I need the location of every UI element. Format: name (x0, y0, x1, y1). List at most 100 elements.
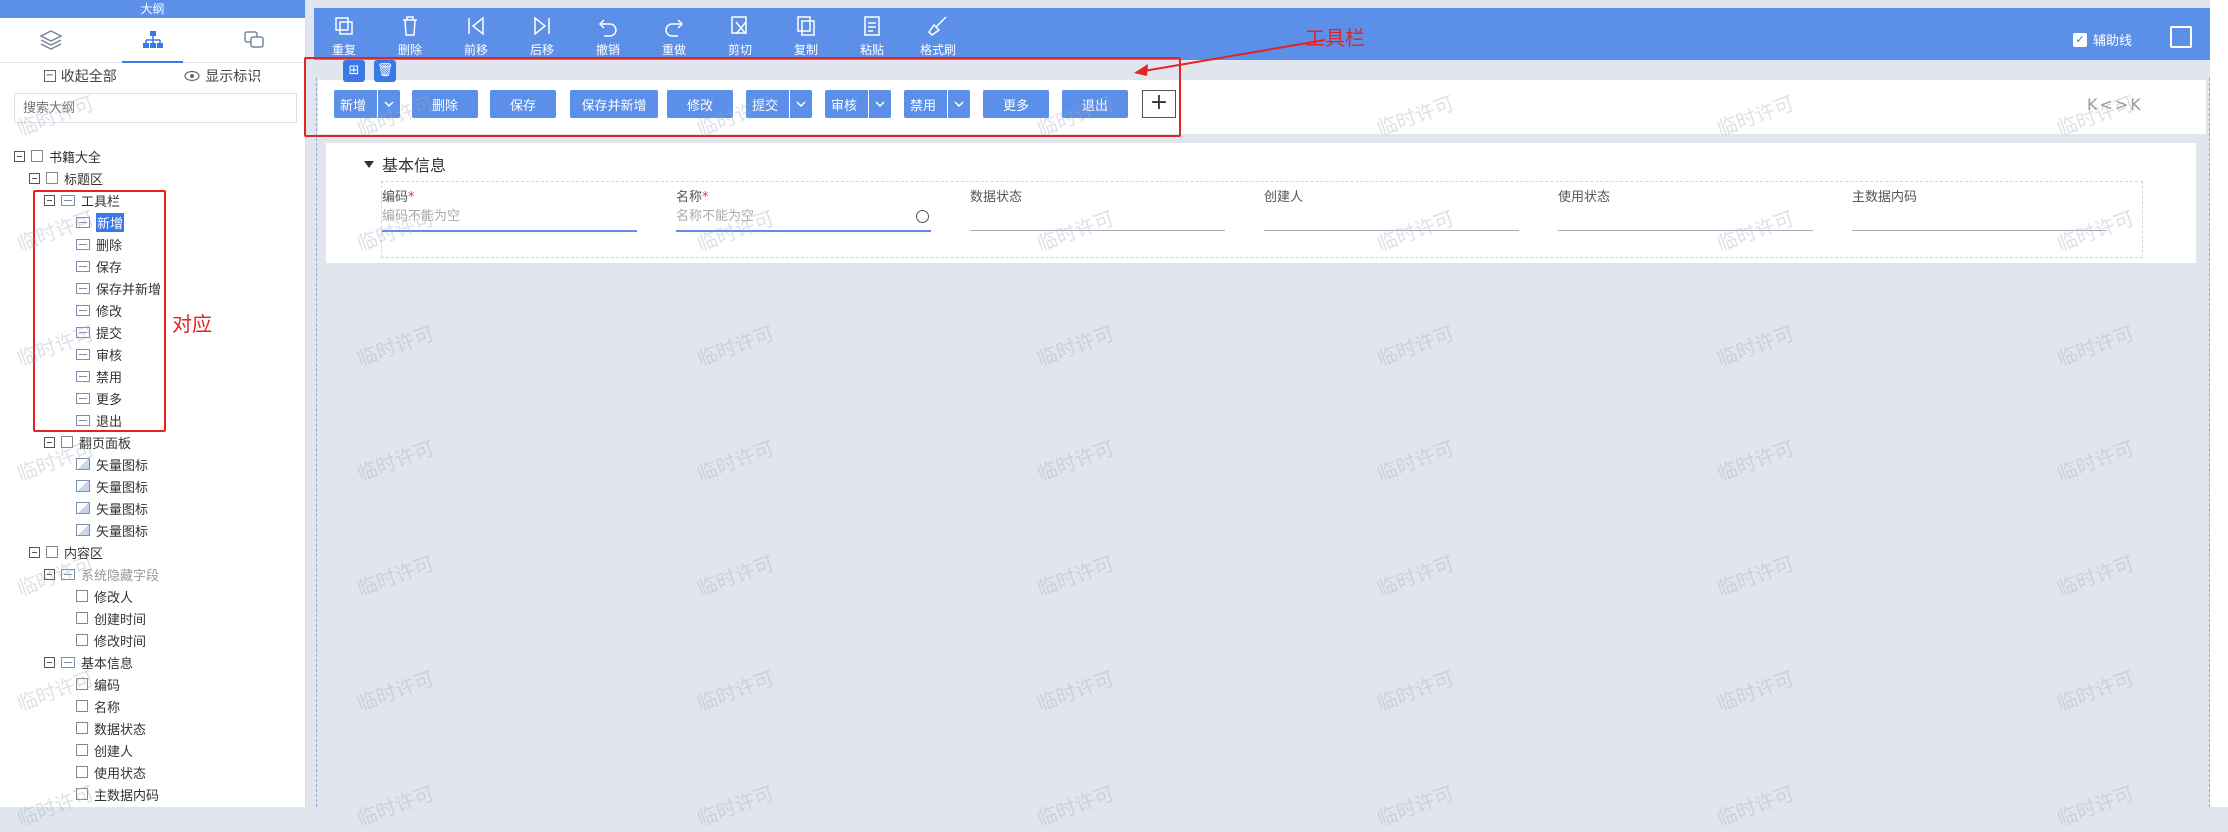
tree-node[interactable]: 名称 (0, 695, 305, 717)
tree-node[interactable]: 数据状态 (0, 717, 305, 739)
tool-label: 重做 (661, 43, 686, 57)
collapse-toggle-icon[interactable] (14, 150, 25, 162)
tree-node[interactable]: 修改人 (0, 585, 305, 607)
checkbox-icon[interactable] (76, 678, 88, 690)
tree-node[interactable]: 编码 (0, 673, 305, 695)
fields-container: 编码* 编码不能为空 名称* 名称不能为空 数据状态 创建人 使用状态 主数据内码 (381, 181, 2143, 258)
tool-button[interactable]: 剪切 (715, 14, 765, 58)
assist-line-label: 辅助线 (2092, 34, 2132, 49)
pager-controls[interactable]: K<>K (2087, 95, 2143, 114)
tree-node[interactable]: 书籍大全 (0, 145, 305, 167)
form-field: 数据状态 (970, 182, 1225, 231)
checkbox-icon[interactable] (76, 766, 88, 778)
tool-button[interactable]: 前移 (451, 14, 501, 58)
tree-node-label: 矢量图标 (96, 502, 149, 518)
tree-node[interactable]: 矢量图标 (0, 475, 305, 497)
checkbox-icon[interactable] (76, 744, 88, 756)
field-input[interactable] (1558, 204, 1813, 231)
checkbox-icon[interactable] (46, 546, 58, 558)
tool-label: 删除 (397, 43, 422, 57)
tool-button[interactable]: 粘贴 (847, 14, 897, 58)
section-header[interactable]: 基本信息 (364, 152, 446, 176)
tree-node[interactable]: 创建时间 (0, 607, 305, 629)
tool-label: 重复 (331, 43, 356, 57)
field-input[interactable] (970, 204, 1225, 231)
tree-node-label: 书籍大全 (49, 150, 102, 166)
tool-button[interactable]: 后移 (517, 14, 567, 58)
field-input[interactable]: 名称不能为空 (676, 204, 931, 232)
vector-image-icon (76, 502, 90, 514)
checkbox-icon[interactable] (76, 634, 88, 646)
fullscreen-icon[interactable] (2170, 26, 2192, 48)
show-marks-label: 显示标识 (205, 69, 262, 85)
checkbox-checked-icon: ✓ (2072, 32, 2087, 47)
tree-node[interactable]: 矢量图标 (0, 519, 305, 541)
tree-node[interactable]: 标题区 (0, 167, 305, 189)
collapse-toggle-icon[interactable] (44, 656, 55, 668)
tree-node[interactable]: 使用状态 (0, 761, 305, 783)
basic-info-section: 基本信息 编码* 编码不能为空 名称* 名称不能为空 数据状态 创建人 使用状态 主数据内码 (326, 143, 2196, 263)
field-label: 创建人 (1264, 186, 1519, 205)
tool-button[interactable]: 重做 (649, 14, 699, 58)
collapse-all-label: 收起全部 (60, 69, 117, 85)
tree-node-label: 使用状态 (94, 766, 147, 782)
field-input[interactable] (1852, 204, 2107, 231)
checkbox-icon[interactable] (76, 700, 88, 712)
outline-search-input[interactable] (14, 93, 297, 123)
field-label-text: 创建人 (1264, 190, 1304, 205)
assist-line-toggle[interactable]: ✓ 辅助线 (2072, 30, 2132, 49)
tree-node[interactable]: 修改时间 (0, 629, 305, 651)
checkbox-icon[interactable] (76, 590, 88, 602)
tab-layers[interactable] (0, 18, 102, 62)
collapse-toggle-icon[interactable] (29, 546, 40, 558)
required-mark: * (408, 190, 415, 205)
tab-outline-tree[interactable] (102, 18, 204, 63)
required-mark: * (702, 190, 709, 205)
vector-image-icon (76, 524, 90, 536)
form-field: 创建人 (1264, 182, 1519, 231)
tree-node-label: 数据状态 (94, 722, 147, 738)
vector-image-icon (76, 458, 90, 470)
checkbox-icon[interactable] (76, 612, 88, 624)
tree-node-label: 编码 (94, 678, 121, 694)
tool-button[interactable]: 复制 (781, 14, 831, 58)
sidebar-actions: − 收起全部 显示标识 (0, 63, 305, 89)
collapse-toggle-icon[interactable] (44, 436, 55, 448)
tool-button[interactable]: 格式刷 (913, 14, 963, 58)
trash-icon (403, 16, 417, 36)
collapse-toggle-icon[interactable] (44, 568, 55, 580)
tool-button[interactable]: 撤销 (583, 14, 633, 58)
tree-node[interactable]: 矢量图标 (0, 453, 305, 475)
checkbox-icon[interactable] (31, 150, 43, 162)
field-input[interactable] (1264, 204, 1519, 231)
checkbox-icon[interactable] (76, 788, 88, 800)
tree-node-label: 矢量图标 (96, 524, 149, 540)
tree-node[interactable]: 创建人 (0, 739, 305, 761)
tab-components[interactable] (203, 18, 305, 62)
tree-node-label: 翻页面板 (79, 436, 132, 452)
tree-node-label: 基本信息 (81, 656, 134, 672)
collapse-toggle-icon[interactable] (29, 172, 40, 184)
show-marks-button[interactable]: 显示标识 (184, 66, 261, 86)
tool-button[interactable]: 重复 (319, 14, 369, 58)
tree-node[interactable]: 基本信息 (0, 651, 305, 673)
eye-icon (184, 70, 200, 82)
tool-label: 格式刷 (919, 43, 956, 57)
field-label-text: 主数据内码 (1852, 190, 1918, 205)
tree-node[interactable]: 矢量图标 (0, 497, 305, 519)
tree-node[interactable]: 内容区 (0, 541, 305, 563)
globe-icon[interactable] (916, 210, 929, 223)
redo-icon (665, 19, 684, 37)
field-input[interactable]: 编码不能为空 (382, 204, 637, 232)
tool-button[interactable]: 删除 (385, 14, 435, 58)
tree-node[interactable]: 系统隐藏字段 (0, 563, 305, 585)
tool-label: 前移 (463, 43, 488, 57)
checkbox-icon[interactable] (46, 172, 58, 184)
duplicate-icon (335, 17, 353, 35)
collapse-all-button[interactable]: − 收起全部 (43, 66, 117, 86)
checkbox-icon[interactable] (61, 436, 73, 448)
checkbox-icon[interactable] (76, 722, 88, 734)
tree-node[interactable]: 主数据内码 (0, 783, 305, 805)
tree-node[interactable]: 翻页面板 (0, 431, 305, 453)
sidebar-tabs (0, 18, 305, 63)
